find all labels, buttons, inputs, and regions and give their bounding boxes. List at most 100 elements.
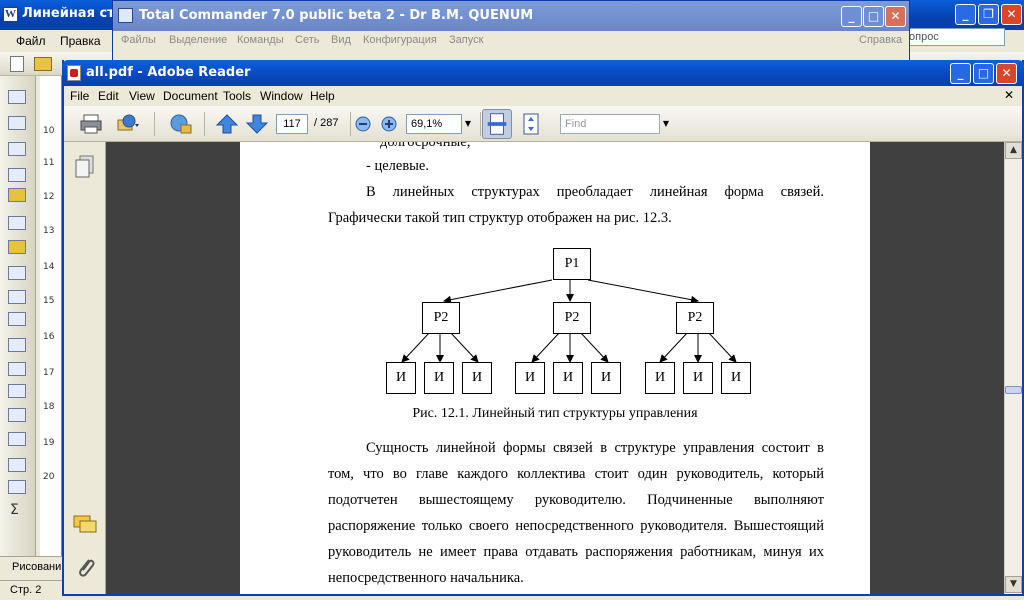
- node-worker: И: [721, 362, 751, 394]
- zoom-out-icon[interactable]: [354, 112, 372, 136]
- autosum-icon[interactable]: Σ: [10, 502, 19, 518]
- distribute-cols-icon[interactable]: [8, 384, 26, 398]
- distribute-rows-icon[interactable]: [8, 362, 26, 376]
- paragraph-line: Сущность линейной формы связей в структу…: [366, 440, 824, 456]
- tc-maximize-button[interactable]: □: [863, 6, 884, 27]
- menu-edit[interactable]: Правка: [60, 34, 101, 48]
- pdf-page: долгосрочные; - целевые. В линейных стру…: [240, 142, 870, 594]
- fit-page-icon[interactable]: [518, 112, 544, 136]
- scroll-thumb[interactable]: [1005, 386, 1022, 394]
- ruler-number: 13: [43, 226, 55, 236]
- vertical-ruler: 10 11 12 13 14 15 16 17 18 19 20: [40, 76, 62, 556]
- reader-titlebar[interactable]: all.pdf - Adobe Reader _ □ ✕: [62, 60, 1024, 86]
- edge: [707, 331, 737, 363]
- new-document-icon[interactable]: [10, 56, 24, 72]
- help-search-text: опрос: [909, 31, 939, 43]
- edit-icon[interactable]: [8, 90, 26, 104]
- scroll-down-icon[interactable]: ▼: [1005, 576, 1022, 593]
- menu-view[interactable]: View: [129, 89, 155, 103]
- close-button[interactable]: ✕: [1001, 4, 1022, 25]
- ruler-number: 17: [43, 368, 55, 378]
- tc-menu-commands[interactable]: Команды: [237, 34, 284, 46]
- menu-file[interactable]: Файл: [16, 34, 46, 48]
- zoom-dropdown-icon[interactable]: ▼: [462, 114, 474, 134]
- node-worker: И: [386, 362, 416, 394]
- drawing-toolbar: Рисовани: [0, 556, 62, 578]
- menu-window[interactable]: Window: [260, 89, 303, 103]
- attachments-icon[interactable]: [74, 554, 96, 580]
- ruler-number: 12: [43, 192, 55, 202]
- document-area[interactable]: долгосрочные; - целевые. В линейных стру…: [106, 142, 1004, 594]
- insert-table-icon[interactable]: [8, 266, 26, 280]
- zoom-input[interactable]: 69,1%: [406, 114, 462, 134]
- next-page-icon[interactable]: [244, 112, 270, 136]
- email-icon[interactable]: [114, 112, 140, 136]
- autoformat-icon[interactable]: [8, 408, 26, 422]
- draw-menu[interactable]: Рисовани: [12, 561, 61, 573]
- sort-ascending-icon[interactable]: [8, 458, 26, 472]
- adobe-reader-window: all.pdf - Adobe Reader _ □ ✕ File Edit V…: [62, 60, 1024, 596]
- toolbar-separator: [350, 112, 351, 136]
- print-icon[interactable]: [78, 112, 104, 136]
- split-cells-icon[interactable]: [8, 312, 26, 326]
- find-dropdown-icon[interactable]: ▼: [660, 114, 672, 134]
- ruler-number: 19: [43, 438, 55, 448]
- menu-help[interactable]: Help: [310, 89, 335, 103]
- tc-menu-help[interactable]: Справка: [859, 34, 902, 46]
- menu-document[interactable]: Document: [163, 89, 218, 103]
- tc-menu-view[interactable]: Вид: [331, 34, 351, 46]
- lines-icon[interactable]: [8, 142, 26, 156]
- search-web-icon[interactable]: [168, 112, 194, 136]
- page-number-input[interactable]: 117: [276, 114, 308, 134]
- menu-file[interactable]: File: [70, 89, 89, 103]
- tc-menu-configuration[interactable]: Конфигурация: [363, 34, 437, 46]
- reader-close-button[interactable]: ✕: [996, 63, 1017, 84]
- zoom-in-icon[interactable]: [380, 112, 398, 136]
- vertical-scrollbar[interactable]: ▲ ▼: [1004, 142, 1022, 594]
- tc-menu-files[interactable]: Файлы: [121, 34, 156, 46]
- sort-descending-icon[interactable]: [8, 480, 26, 494]
- document-close-icon[interactable]: ✕: [1004, 88, 1014, 102]
- tc-menu-network[interactable]: Сеть: [295, 34, 319, 46]
- border-icon[interactable]: [8, 168, 26, 182]
- highlight-icon[interactable]: [8, 188, 26, 202]
- paragraph-line: подотчетен вышестоящему руководителю. По…: [328, 492, 824, 508]
- tc-close-button[interactable]: ✕: [885, 6, 906, 27]
- menu-tools[interactable]: Tools: [223, 89, 251, 103]
- ruler-number: 20: [43, 472, 55, 482]
- tc-minimize-button[interactable]: _: [841, 6, 862, 27]
- open-folder-icon[interactable]: [34, 57, 52, 71]
- tc-menu-start[interactable]: Запуск: [449, 34, 483, 46]
- text-direction-icon[interactable]: [8, 432, 26, 446]
- node-worker: И: [462, 362, 492, 394]
- table-icon[interactable]: [8, 116, 26, 130]
- restore-button[interactable]: ❐: [978, 4, 999, 25]
- tc-menu-selection[interactable]: Выделение: [169, 34, 227, 46]
- fit-width-icon[interactable]: [482, 109, 512, 139]
- previous-page-icon[interactable]: [214, 112, 240, 136]
- reader-title: all.pdf - Adobe Reader: [86, 65, 251, 80]
- reader-toolbar: 117 / 287 69,1% ▼ Find ▼: [64, 106, 1022, 142]
- node-manager: Р2: [676, 302, 714, 334]
- reader-minimize-button[interactable]: _: [950, 63, 971, 84]
- minimize-button[interactable]: _: [955, 4, 976, 25]
- reader-maximize-button[interactable]: □: [973, 63, 994, 84]
- comments-icon[interactable]: [72, 514, 98, 536]
- word-help-search[interactable]: опрос: [905, 28, 1005, 46]
- node-manager: Р2: [553, 302, 591, 334]
- find-input[interactable]: Find: [560, 114, 660, 134]
- pdf-file-icon: [67, 65, 81, 81]
- tc-titlebar[interactable]: Total Commander 7.0 public beta 2 - Dr B…: [113, 1, 909, 31]
- merge-cells-icon[interactable]: [8, 290, 26, 304]
- pages-icon[interactable]: [74, 154, 96, 180]
- fill-color-icon[interactable]: [8, 240, 26, 254]
- figure-caption: Рис. 12.1. Линейный тип структуры управл…: [412, 406, 698, 421]
- ruler-number: 11: [43, 158, 55, 168]
- menu-edit[interactable]: Edit: [98, 89, 119, 103]
- grid-icon[interactable]: [8, 216, 26, 230]
- paragraph-line: распоряжение только своего непосредствен…: [328, 518, 824, 534]
- align-icon[interactable]: [8, 338, 26, 352]
- scroll-up-icon[interactable]: ▲: [1005, 142, 1022, 159]
- node-worker: И: [683, 362, 713, 394]
- page-status: Стр. 2: [10, 584, 42, 596]
